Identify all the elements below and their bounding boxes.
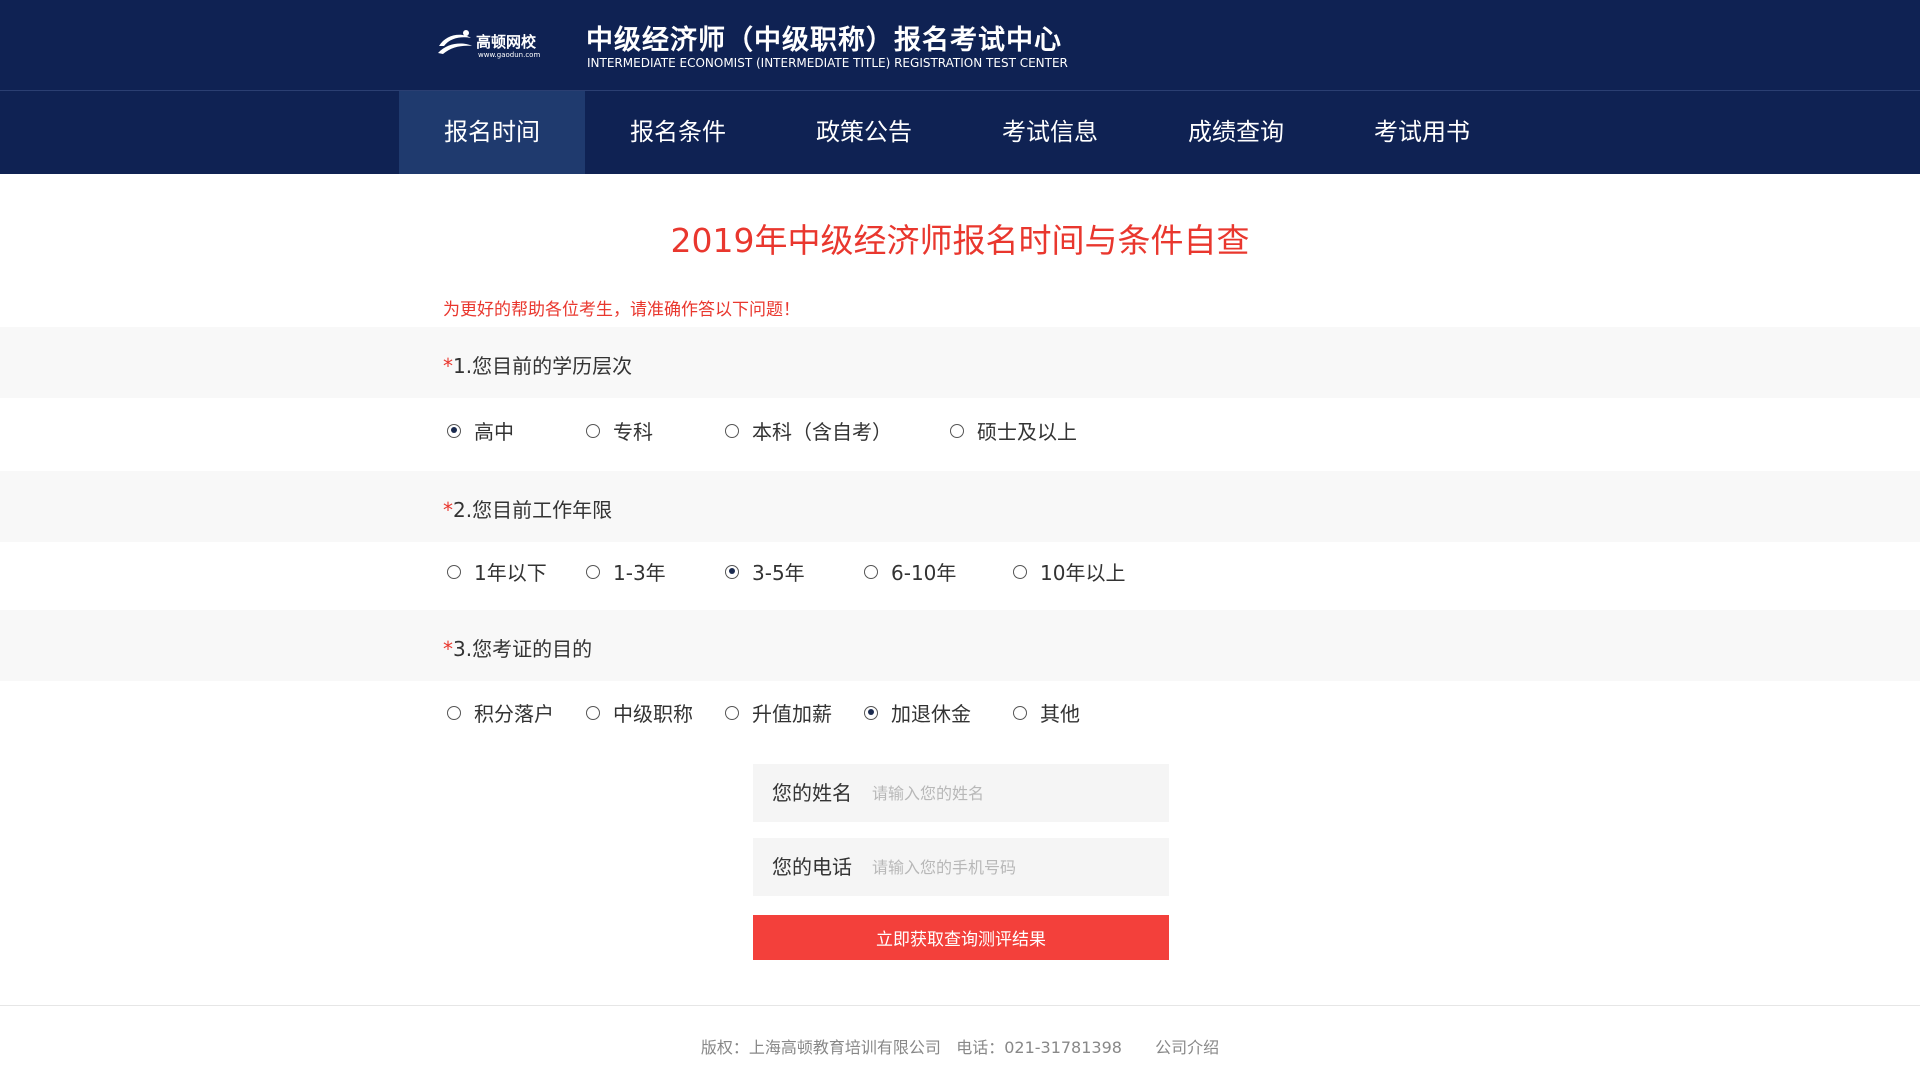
option-label: 10年以上 [1040, 561, 1126, 585]
q3-option-title[interactable]: 中级职称 [586, 698, 693, 727]
radio-icon[interactable] [725, 705, 739, 720]
nav-item-registration-conditions[interactable]: 报名条件 [585, 91, 771, 174]
q2-option-3-5[interactable]: 3-5年 [725, 557, 805, 586]
name-input[interactable] [868, 773, 1161, 813]
required-mark: * [443, 354, 453, 378]
option-label: 升值加薪 [752, 702, 832, 726]
question-1-label: 1.您目前的学历层次 [453, 354, 633, 378]
q1-option-bachelor[interactable]: 本科（含自考） [725, 416, 892, 445]
name-field: 您的姓名 [753, 764, 1169, 822]
required-mark: * [443, 498, 453, 522]
q1-option-junior-college[interactable]: 专科 [586, 416, 653, 445]
option-label: 高中 [474, 420, 514, 444]
nav-item-policy-announcements[interactable]: 政策公告 [771, 91, 957, 174]
option-label: 中级职称 [613, 702, 693, 726]
question-2-text: *2.您目前工作年限 [443, 494, 612, 523]
q1-option-high-school[interactable]: 高中 [447, 416, 514, 445]
question-3-text: *3.您考证的目的 [443, 633, 592, 662]
q3-option-pension[interactable]: 加退休金 [864, 698, 971, 727]
question-1-text: *1.您目前的学历层次 [443, 350, 632, 379]
q2-option-over-10[interactable]: 10年以上 [1013, 557, 1125, 586]
footer: 版权：上海高顿教育培训有限公司 电话：021-31781398 公司介绍 [0, 1034, 1920, 1058]
option-label: 本科（含自考） [752, 420, 892, 444]
radio-icon[interactable] [1013, 564, 1027, 579]
question-3-label: 3.您考证的目的 [453, 637, 593, 661]
logo-url: www.gaodun.com [478, 51, 541, 59]
radio-icon[interactable] [586, 705, 600, 720]
q2-option-6-10[interactable]: 6-10年 [864, 557, 956, 586]
notice-text: 为更好的帮助各位考生，请准确作答以下问题！ [443, 300, 800, 320]
option-label: 6-10年 [891, 561, 957, 585]
logo-name: 高顿网校 [476, 33, 537, 51]
nav-item-exam-books[interactable]: 考试用书 [1329, 91, 1515, 174]
page-title: 2019年中级经济师报名时间与条件自查 [670, 221, 1250, 260]
phone-input[interactable] [868, 847, 1161, 887]
footer-about-link[interactable]: 公司介绍 [1155, 1038, 1219, 1057]
site-header: 高顿网校 www.gaodun.com 中级经济师（中级职称）报名考试中心 IN… [0, 0, 1920, 90]
question-2-label: 2.您目前工作年限 [453, 498, 613, 522]
required-mark: * [443, 637, 453, 661]
radio-checked-icon[interactable] [447, 423, 461, 438]
option-label: 1-3年 [613, 561, 666, 585]
radio-icon[interactable] [586, 564, 600, 579]
option-label: 积分落户 [474, 702, 554, 726]
q3-option-settle-points[interactable]: 积分落户 [447, 698, 554, 727]
nav-item-registration-time[interactable]: 报名时间 [399, 91, 585, 174]
q2-option-under-1[interactable]: 1年以下 [447, 557, 547, 586]
gaodun-logo-icon [438, 30, 472, 54]
radio-icon[interactable] [725, 423, 739, 438]
submit-button[interactable]: 立即获取查询测评结果 [753, 915, 1169, 960]
main-nav: 报名时间 报名条件 政策公告 考试信息 成绩查询 考试用书 [0, 91, 1920, 174]
nav-item-score-query[interactable]: 成绩查询 [1143, 91, 1329, 174]
radio-icon[interactable] [1013, 705, 1027, 720]
q2-option-1-3[interactable]: 1-3年 [586, 557, 666, 586]
site-title: 中级经济师（中级职称）报名考试中心 [586, 25, 1062, 56]
nav-item-exam-info[interactable]: 考试信息 [957, 91, 1143, 174]
option-label: 1年以下 [474, 561, 547, 585]
option-label: 硕士及以上 [977, 420, 1077, 444]
radio-checked-icon[interactable] [864, 705, 878, 720]
phone-label: 您的电话 [772, 855, 852, 879]
radio-icon[interactable] [447, 705, 461, 720]
site-subtitle: INTERMEDIATE ECONOMIST (INTERMEDIATE TIT… [587, 56, 1068, 70]
option-label: 加退休金 [891, 702, 971, 726]
option-label: 3-5年 [752, 561, 805, 585]
footer-copyright: 版权：上海高顿教育培训有限公司 [700, 1038, 941, 1057]
name-label: 您的姓名 [772, 781, 852, 805]
phone-field: 您的电话 [753, 838, 1169, 896]
question-3-header [0, 610, 1920, 681]
q1-option-master[interactable]: 硕士及以上 [950, 416, 1077, 445]
question-1-header [0, 327, 1920, 398]
radio-icon[interactable] [950, 423, 964, 438]
footer-divider [0, 1005, 1920, 1006]
question-2-header [0, 471, 1920, 542]
q3-option-other[interactable]: 其他 [1013, 698, 1080, 727]
radio-icon[interactable] [447, 564, 461, 579]
radio-checked-icon[interactable] [725, 564, 739, 579]
q3-option-promotion[interactable]: 升值加薪 [725, 698, 832, 727]
footer-phone: 电话：021-31781398 [956, 1038, 1122, 1057]
option-label: 其他 [1040, 702, 1080, 726]
option-label: 专科 [613, 420, 653, 444]
radio-icon[interactable] [586, 423, 600, 438]
radio-icon[interactable] [864, 564, 878, 579]
site-logo[interactable]: 高顿网校 www.gaodun.com [436, 24, 546, 64]
